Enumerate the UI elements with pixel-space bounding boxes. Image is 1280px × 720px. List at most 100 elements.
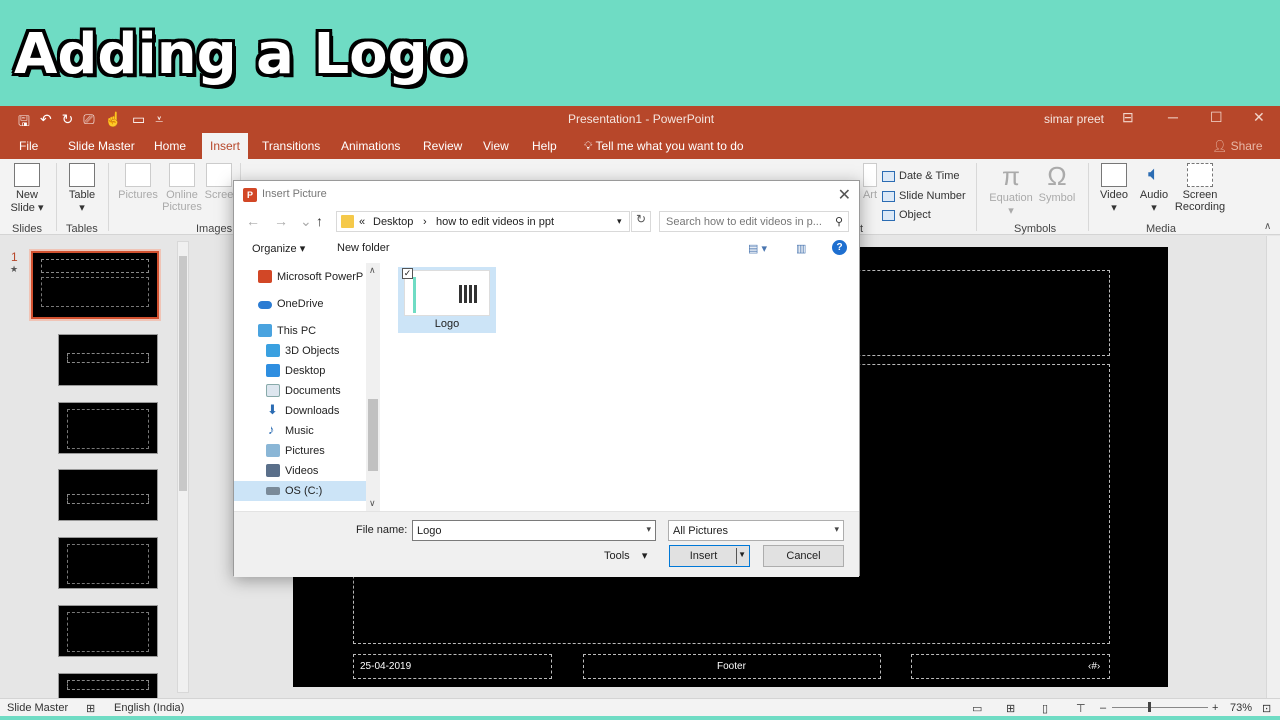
nav-item-desktop[interactable]: Desktop xyxy=(234,361,366,381)
footer-placeholder[interactable]: Footer xyxy=(583,654,881,679)
tab-help[interactable]: Help xyxy=(532,139,557,153)
tools-button[interactable]: Tools ▾ xyxy=(604,549,647,562)
nav-item-os-c[interactable]: OS (C:) xyxy=(234,481,366,501)
thumbnail-layout[interactable] xyxy=(58,402,158,454)
screen-recording-button[interactable]: Screen Recording xyxy=(1172,163,1228,213)
zoom-level[interactable]: 73% xyxy=(1230,702,1252,714)
up-arrow-icon[interactable]: ↑ xyxy=(316,213,323,229)
tab-animations[interactable]: Animations xyxy=(341,139,400,153)
change-view-icon[interactable]: ▤ ▾ xyxy=(748,242,767,255)
more-icon[interactable]: ⩡ xyxy=(155,111,163,135)
tab-file[interactable]: File xyxy=(19,139,38,153)
fit-slide-icon[interactable]: ⊡ xyxy=(1262,702,1271,715)
slide-number-placeholder[interactable]: ‹#› xyxy=(911,654,1110,679)
nav-item-downloads[interactable]: ⬇ Downloads xyxy=(234,401,366,421)
screenshot-button[interactable]: Scree xyxy=(204,163,234,201)
tab-transitions[interactable]: Transitions xyxy=(262,139,320,153)
nav-item-onedrive[interactable]: OneDrive xyxy=(234,294,366,314)
tab-view[interactable]: View xyxy=(483,139,509,153)
thumbnail-layout[interactable] xyxy=(58,469,158,521)
chevron-down-icon[interactable]: ⌄ xyxy=(300,213,312,230)
tab-review[interactable]: Review xyxy=(423,139,462,153)
undo-icon[interactable]: ↶ xyxy=(40,111,52,135)
file-item-logo[interactable]: ✓ Logo xyxy=(398,267,496,333)
maximize-icon[interactable]: ☐ xyxy=(1210,109,1223,126)
address-dropdown-icon[interactable]: ▾ xyxy=(617,216,622,227)
dialog-close-icon[interactable]: ✕ xyxy=(838,185,851,205)
tab-slide-master[interactable]: Slide Master xyxy=(68,139,135,153)
wordart-button[interactable]: Art xyxy=(860,163,880,201)
equation-button[interactable]: π Equation ▾ xyxy=(986,161,1036,217)
preview-pane-icon[interactable]: ▥ xyxy=(796,242,806,255)
tab-home[interactable]: Home xyxy=(154,139,186,153)
close-icon[interactable]: ✕ xyxy=(1253,109,1265,126)
search-input[interactable]: Search how to edit videos in p... ⚲ xyxy=(659,211,849,232)
status-language[interactable]: English (India) xyxy=(114,702,184,714)
nav-item-3d-objects[interactable]: 3D Objects xyxy=(234,341,366,361)
online-pictures-button[interactable]: Online Pictures xyxy=(160,163,204,213)
chevron-down-icon[interactable]: ▾ xyxy=(834,524,839,535)
scrollbar-thumb[interactable] xyxy=(179,256,187,491)
slide-number-button[interactable]: Slide Number xyxy=(882,190,966,202)
share-button[interactable]: 👤︎ Share xyxy=(1212,139,1263,153)
thumbnail-layout[interactable] xyxy=(58,537,158,589)
chevron-down-icon[interactable]: ▾ xyxy=(646,524,651,535)
nav-item-powerpoint[interactable]: Microsoft PowerP xyxy=(234,267,366,287)
insert-button[interactable]: Insert ▼ xyxy=(669,545,750,567)
refresh-icon[interactable]: ↻ xyxy=(631,211,651,232)
nav-item-pictures[interactable]: Pictures xyxy=(234,441,366,461)
zoom-in-icon[interactable]: + xyxy=(1212,702,1218,714)
user-name[interactable]: simar preet xyxy=(1044,112,1104,126)
accessibility-icon[interactable]: ⊞ xyxy=(86,702,95,715)
table-button[interactable]: Table ▾ xyxy=(62,163,102,214)
thumbnail-scrollbar[interactable] xyxy=(177,241,189,693)
pictures-button[interactable]: Pictures xyxy=(116,163,160,201)
audio-button[interactable]: 🔈︎ Audio ▾ xyxy=(1134,163,1174,214)
file-checkbox[interactable]: ✓ xyxy=(402,268,413,279)
date-time-button[interactable]: Date & Time xyxy=(882,170,960,182)
file-name-input[interactable]: Logo ▾ xyxy=(412,520,656,541)
tab-insert[interactable]: Insert xyxy=(202,133,249,159)
collapse-ribbon-icon[interactable]: ∧ xyxy=(1264,221,1271,232)
address-bar[interactable]: « Desktop › how to edit videos in ppt ▾ xyxy=(336,211,630,232)
breadcrumb-more[interactable]: « xyxy=(359,216,365,228)
normal-view-icon[interactable]: ▭ xyxy=(972,702,982,715)
navigation-scrollbar[interactable]: ∧ ∨ xyxy=(366,263,380,511)
help-icon[interactable]: ? xyxy=(832,240,847,255)
cancel-button[interactable]: Cancel xyxy=(763,545,844,567)
new-folder-button[interactable]: New folder xyxy=(337,242,390,254)
tell-me-search[interactable]: 💡︎ Tell me what you want to do xyxy=(584,139,744,154)
slideshow-icon[interactable]: ⊤ xyxy=(1076,702,1086,715)
object-button[interactable]: Object xyxy=(882,209,931,221)
canvas-scrollbar[interactable] xyxy=(1266,236,1280,698)
back-arrow-icon[interactable]: ← xyxy=(246,213,260,229)
minimize-icon[interactable]: ─ xyxy=(1168,109,1178,125)
file-type-select[interactable]: All Pictures ▾ xyxy=(668,520,844,541)
nav-item-videos[interactable]: Videos xyxy=(234,461,366,481)
organize-button[interactable]: Organize ▾ xyxy=(252,242,305,255)
thumbnail-layout[interactable] xyxy=(58,605,158,657)
insert-dropdown-icon[interactable]: ▼ xyxy=(738,550,746,559)
breadcrumb-desktop[interactable]: Desktop xyxy=(373,216,413,228)
save-icon[interactable]: 🖫 xyxy=(18,111,30,135)
scrollbar-thumb[interactable] xyxy=(368,399,378,471)
thumbnail-layout[interactable] xyxy=(58,334,158,386)
scroll-up-icon[interactable]: ∧ xyxy=(369,265,376,276)
zoom-out-icon[interactable]: – xyxy=(1100,702,1106,714)
present-icon[interactable]: ⎚ xyxy=(83,111,94,135)
zoom-slider[interactable] xyxy=(1112,707,1208,708)
forward-arrow-icon[interactable]: → xyxy=(274,213,288,229)
reading-view-icon[interactable]: ▯ xyxy=(1042,702,1048,715)
customize-qat-icon[interactable]: ▭ xyxy=(132,111,145,135)
new-slide-button[interactable]: New Slide ▾ xyxy=(8,163,46,214)
breadcrumb-folder[interactable]: how to edit videos in ppt xyxy=(436,216,554,228)
symbol-button[interactable]: Ω Symbol xyxy=(1036,161,1078,204)
nav-item-documents[interactable]: Documents xyxy=(234,381,366,401)
zoom-slider-thumb[interactable] xyxy=(1148,702,1151,712)
redo-icon[interactable]: ↻ xyxy=(62,111,74,135)
nav-item-music[interactable]: ♪ Music xyxy=(234,421,366,441)
thumbnail-master[interactable] xyxy=(29,249,161,321)
video-button[interactable]: Video ▾ xyxy=(1094,163,1134,214)
scroll-down-icon[interactable]: ∨ xyxy=(369,498,376,509)
date-placeholder[interactable]: 25-04-2019 xyxy=(353,654,552,679)
